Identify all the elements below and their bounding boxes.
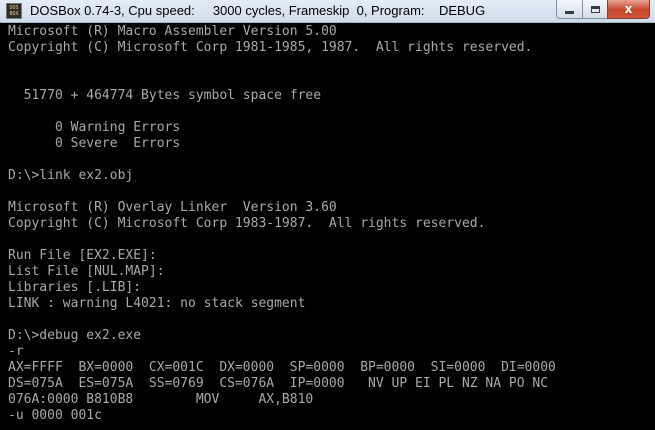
minimize-icon bbox=[565, 10, 574, 14]
close-icon: x bbox=[624, 2, 633, 16]
console-line: Libraries [.LIB]: bbox=[8, 280, 142, 295]
dos-console[interactable]: Microsoft (R) Macro Assembler Version 5.… bbox=[0, 23, 655, 430]
console-line: Microsoft (R) Macro Assembler Version 5.… bbox=[8, 24, 337, 39]
window-title: DOSBox 0.74-3, Cpu speed: 3000 cycles, F… bbox=[30, 3, 486, 18]
close-button[interactable]: x bbox=[607, 0, 650, 19]
app-icon-text-bottom: BOX bbox=[9, 11, 19, 17]
window-controls: x bbox=[556, 0, 650, 19]
dosbox-app-icon[interactable]: DOS BOX bbox=[6, 3, 22, 19]
console-line: LINK : warning L4021: no stack segment bbox=[8, 296, 306, 311]
console-line: D:\>link ex2.obj bbox=[8, 168, 134, 183]
console-line: DS=075A ES=075A SS=0769 CS=076A IP=0000 … bbox=[8, 376, 549, 391]
console-line: Run File [EX2.EXE]: bbox=[8, 248, 157, 263]
console-line: -u 0000 001c bbox=[8, 408, 102, 423]
console-line: -r bbox=[8, 344, 24, 359]
console-line: Microsoft (R) Overlay Linker Version 3.6… bbox=[8, 200, 337, 215]
console-line: 076A:0000 B810B8 MOV AX,B810 bbox=[8, 392, 314, 407]
console-line: Copyright (C) Microsoft Corp 1983-1987. … bbox=[8, 216, 486, 231]
console-line: 51770 + 464774 Bytes symbol space free bbox=[8, 88, 322, 103]
console-line: List File [NUL.MAP]: bbox=[8, 264, 165, 279]
console-line: D:\>debug ex2.exe bbox=[8, 328, 142, 343]
console-line: AX=FFFF BX=0000 CX=001C DX=0000 SP=0000 … bbox=[8, 360, 556, 375]
console-line: Copyright (C) Microsoft Corp 1981-1985, … bbox=[8, 40, 533, 55]
console-line: 0 Warning Errors bbox=[8, 120, 181, 135]
minimize-button[interactable] bbox=[556, 0, 582, 19]
console-line: 0 Severe Errors bbox=[8, 136, 181, 151]
maximize-button[interactable] bbox=[582, 0, 607, 19]
window-title-bar[interactable]: DOS BOX DOSBox 0.74-3, Cpu speed: 3000 c… bbox=[0, 0, 655, 23]
maximize-icon bbox=[590, 5, 600, 13]
